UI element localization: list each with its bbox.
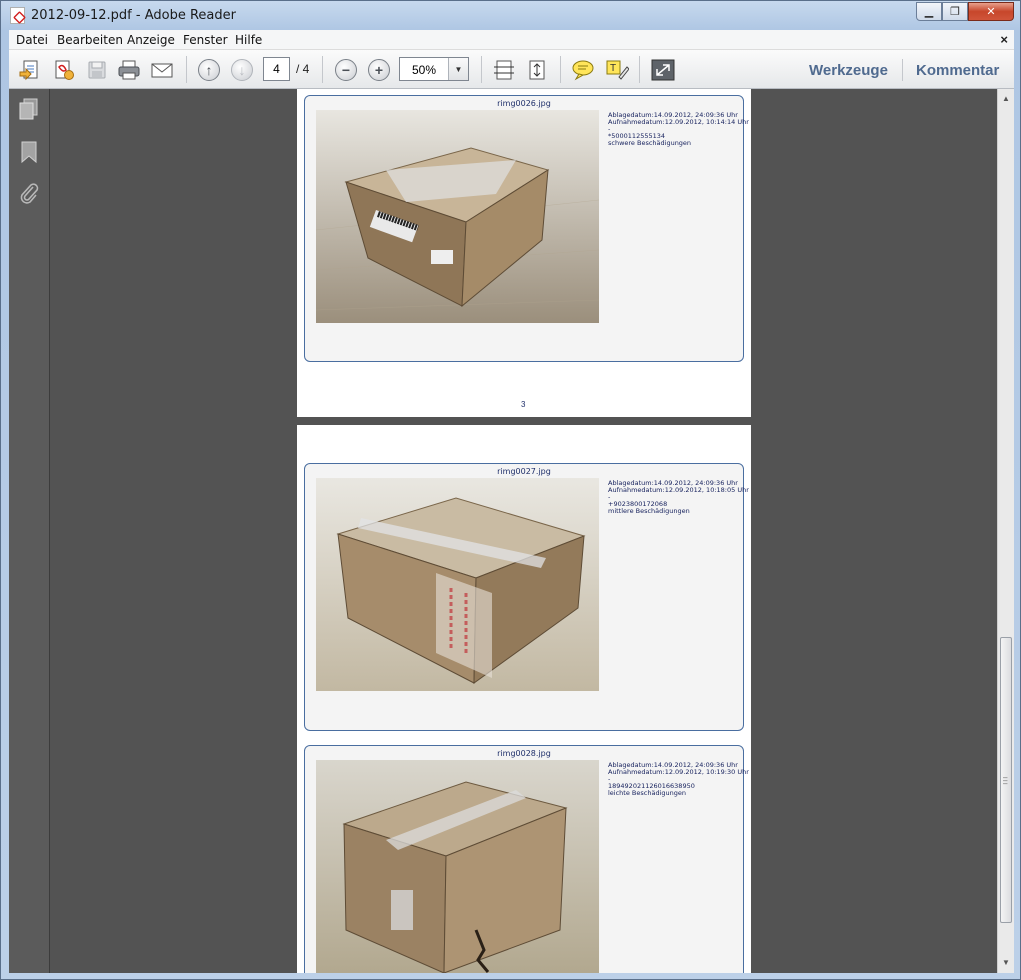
navigation-panel	[9, 89, 50, 973]
scroll-up-icon[interactable]: ▲	[998, 91, 1014, 107]
toolbar-separator	[186, 56, 187, 83]
zoom-value: 50%	[411, 63, 437, 77]
svg-text:T: T	[610, 63, 616, 74]
title-bar[interactable]: 2012-09-12.pdf - Adobe Reader ▁ ❐ ✕	[1, 1, 1020, 30]
photo-card: rimg0028.jpg Ablagedatum:14.09.2012, 24:…	[304, 745, 749, 973]
comment-icon[interactable]	[571, 58, 595, 82]
aufnahme-date: Aufnahmedatum:12.09.2012, 10:18:05 Uhr	[608, 486, 749, 494]
chevron-down-icon[interactable]: ▼	[448, 58, 468, 80]
photo-card: rimg0027.jpg Ablagedatum:14.09.2012, 24:…	[304, 463, 749, 731]
scrollbar-thumb[interactable]: – – –	[1000, 637, 1012, 923]
app-window: 2012-09-12.pdf - Adobe Reader ▁ ❐ ✕ Date…	[0, 0, 1021, 980]
previous-page-icon[interactable]: ↑	[197, 58, 221, 82]
photo-filename: rimg0028.jpg	[497, 749, 551, 758]
toolbar-separator	[481, 56, 482, 83]
zoom-in-icon[interactable]: +	[367, 58, 391, 82]
print-icon[interactable]	[117, 58, 141, 82]
maximize-button[interactable]: ❐	[942, 2, 968, 21]
kommentar-link[interactable]: Kommentar	[916, 62, 999, 79]
save-icon[interactable]	[85, 58, 109, 82]
bookmarks-icon[interactable]	[18, 140, 40, 164]
menu-fenster[interactable]: Fenster	[183, 33, 228, 47]
email-icon[interactable]	[150, 58, 174, 82]
aufnahme-date: Aufnahmedatum:12.09.2012, 10:14:14 Uhr	[608, 118, 749, 126]
fit-page-icon[interactable]	[525, 58, 549, 82]
box-photo	[316, 760, 599, 973]
open-file-icon[interactable]	[18, 58, 42, 82]
fit-width-icon[interactable]	[492, 58, 516, 82]
photo-filename: rimg0027.jpg	[497, 467, 551, 476]
document-view[interactable]: rimg0026.jpg Ablagedatum:14.09.2012, 24:…	[50, 89, 997, 973]
next-page-icon[interactable]: ↓	[230, 58, 254, 82]
zoom-out-icon[interactable]: −	[334, 58, 358, 82]
close-document-icon[interactable]: ×	[1000, 32, 1008, 47]
attachments-icon[interactable]	[18, 181, 40, 205]
window-title: 2012-09-12.pdf - Adobe Reader	[31, 8, 236, 23]
pdf-page-3: rimg0026.jpg Ablagedatum:14.09.2012, 24:…	[297, 89, 751, 417]
damage-level: mittlere Beschädigungen	[608, 507, 690, 515]
toolbar: ↑ ↓ 4 / 4 − + 50% ▼ T Werkzeuge Kommenta…	[9, 50, 1014, 89]
fullscreen-icon[interactable]	[651, 58, 675, 82]
highlight-icon[interactable]: T	[605, 58, 629, 82]
scroll-down-icon[interactable]: ▼	[998, 955, 1014, 971]
vertical-scrollbar[interactable]: ▲ – – – ▼	[997, 89, 1014, 973]
toolbar-separator	[560, 56, 561, 83]
damage-level: schwere Beschädigungen	[608, 139, 692, 147]
create-pdf-icon[interactable]	[52, 58, 76, 82]
box-photo	[316, 478, 599, 691]
minimize-button[interactable]: ▁	[916, 2, 942, 21]
menu-anzeige[interactable]: Anzeige	[127, 33, 175, 47]
photo-filename: rimg0026.jpg	[497, 99, 551, 108]
toolbar-separator	[902, 59, 903, 81]
damage-level: leichte Beschädigungen	[608, 789, 686, 797]
toolbar-separator	[639, 56, 640, 83]
menu-hilfe[interactable]: Hilfe	[235, 33, 262, 47]
page-total: / 4	[296, 62, 310, 76]
close-button[interactable]: ✕	[968, 2, 1014, 21]
photo-card: rimg0026.jpg Ablagedatum:14.09.2012, 24:…	[304, 95, 749, 362]
menu-datei[interactable]: Datei	[16, 33, 48, 47]
aufnahme-date: Aufnahmedatum:12.09.2012, 10:19:30 Uhr	[608, 768, 749, 776]
page-number-input[interactable]: 4	[263, 57, 290, 81]
toolbar-separator	[322, 56, 323, 83]
pages-icon[interactable]	[18, 97, 40, 121]
werkzeuge-link[interactable]: Werkzeuge	[809, 62, 888, 79]
pdf-page-4: rimg0027.jpg Ablagedatum:14.09.2012, 24:…	[297, 425, 751, 973]
page-number: 3	[521, 400, 526, 409]
photo-metadata: Ablagedatum:14.09.2012, 24:09:36 Uhr Auf…	[608, 762, 749, 797]
menu-bar: Datei Bearbeiten Anzeige Fenster Hilfe ×	[9, 30, 1014, 50]
grip-icon: – – –	[1003, 773, 1008, 788]
menu-bearbeiten[interactable]: Bearbeiten	[57, 33, 123, 47]
window-controls: ▁ ❐ ✕	[916, 2, 1014, 21]
zoom-select[interactable]: 50% ▼	[399, 57, 469, 81]
box-photo	[316, 110, 599, 323]
pdf-file-icon	[10, 7, 25, 24]
photo-metadata: Ablagedatum:14.09.2012, 24:09:36 Uhr Auf…	[608, 112, 749, 147]
photo-metadata: Ablagedatum:14.09.2012, 24:09:36 Uhr Auf…	[608, 480, 749, 515]
